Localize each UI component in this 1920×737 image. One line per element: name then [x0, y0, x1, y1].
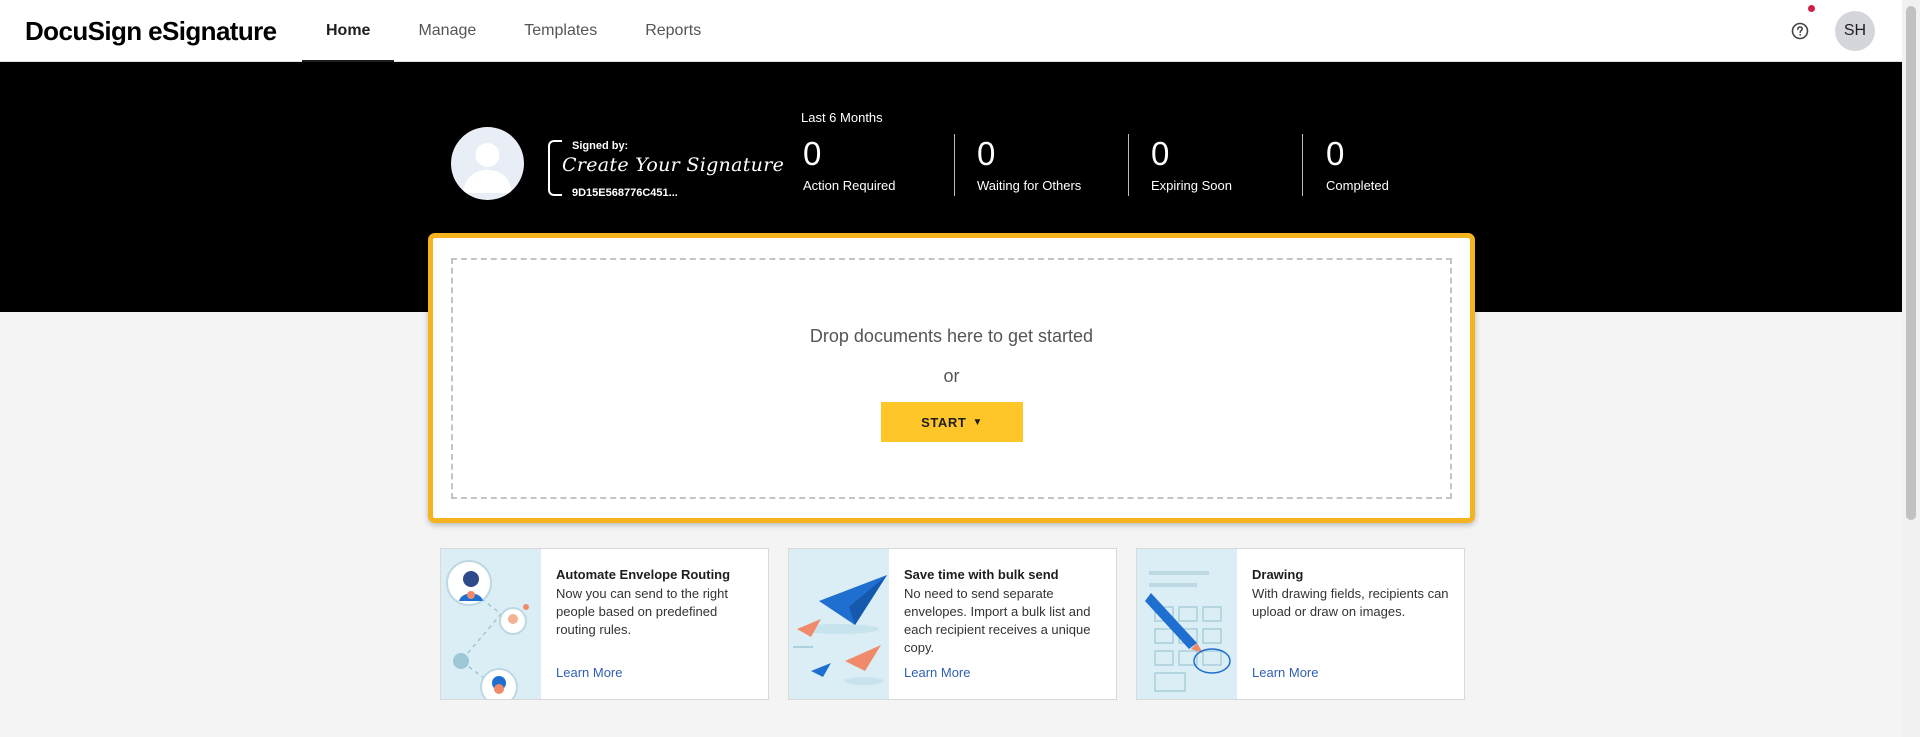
- scrollbar-thumb[interactable]: [1906, 6, 1916, 520]
- stat-divider: [1302, 134, 1303, 196]
- notification-dot: [1808, 5, 1815, 12]
- profile-avatar[interactable]: [451, 127, 524, 200]
- learn-more-link[interactable]: Learn More: [904, 665, 970, 680]
- card-text: Now you can send to the right people bas…: [556, 586, 728, 637]
- card-title: Drawing: [1252, 567, 1304, 582]
- stat-value: 0: [1326, 135, 1345, 172]
- help-circle-icon: [1791, 22, 1809, 40]
- nav-tab-reports[interactable]: Reports: [621, 0, 725, 62]
- card-title: Save time with bulk send: [904, 567, 1059, 582]
- card-title: Automate Envelope Routing: [556, 567, 731, 582]
- feature-card-bulk-send: Save time with bulk send No need to send…: [788, 548, 1117, 700]
- nav-tab-templates[interactable]: Templates: [500, 0, 621, 62]
- feature-card-routing: Automate Envelope Routing Now you can se…: [440, 548, 769, 700]
- card-text: No need to send separate envelopes. Impo…: [904, 586, 1091, 655]
- learn-more-link[interactable]: Learn More: [1252, 665, 1318, 680]
- signature-bracket: [548, 140, 562, 196]
- card-illustration: [441, 549, 541, 699]
- stat-value: 0: [1151, 135, 1170, 172]
- top-navigation: DocuSign eSignature Home Manage Template…: [0, 0, 1902, 63]
- nav-tabs: Home Manage Templates Reports: [302, 0, 725, 63]
- dropzone-or: or: [943, 366, 960, 386]
- dropzone-highlight: Drop documents here to get started or ST…: [428, 233, 1475, 523]
- card-illustration: [789, 549, 889, 699]
- user-silhouette-icon: [463, 143, 512, 193]
- card-body: Drawing With drawing fields, recipients …: [1252, 567, 1452, 621]
- stat-label: Waiting for Others: [977, 178, 1082, 193]
- card-body: Automate Envelope Routing Now you can se…: [556, 567, 756, 639]
- stats-period-label: Last 6 Months: [801, 110, 883, 125]
- stat-label: Completed: [1326, 178, 1389, 193]
- document-dropzone[interactable]: Drop documents here to get started or ST…: [451, 258, 1452, 499]
- user-avatar-button[interactable]: SH: [1835, 11, 1875, 51]
- stat-label: Action Required: [803, 178, 896, 193]
- stat-value: 0: [977, 135, 996, 172]
- start-button-label: START: [921, 414, 967, 430]
- stat-divider: [1128, 134, 1129, 196]
- paper-planes-illustration-icon: [793, 575, 887, 685]
- learn-more-link[interactable]: Learn More: [556, 665, 622, 680]
- feature-card-drawing: Drawing With drawing fields, recipients …: [1136, 548, 1465, 700]
- start-button[interactable]: START ▼: [881, 402, 1023, 442]
- stat-divider: [954, 134, 955, 196]
- card-text: With drawing fields, recipients can uplo…: [1252, 586, 1449, 619]
- app-logo[interactable]: DocuSign eSignature: [25, 16, 277, 47]
- routing-illustration-icon: [446, 560, 529, 699]
- page-scrollbar[interactable]: [1902, 0, 1920, 737]
- help-button[interactable]: [1785, 18, 1815, 44]
- card-illustration: [1137, 549, 1237, 699]
- nav-tab-home[interactable]: Home: [302, 0, 395, 63]
- pen-drawing-illustration-icon: [1145, 571, 1231, 692]
- dropzone-prompt: Drop documents here to get started: [809, 326, 1094, 346]
- create-signature-link[interactable]: Create Your Signature: [562, 154, 784, 176]
- nav-tab-manage[interactable]: Manage: [394, 0, 500, 62]
- stat-label: Expiring Soon: [1151, 178, 1232, 193]
- signature-id: 9D15E568776C451...: [572, 187, 678, 199]
- caret-down-icon: ▼: [972, 416, 983, 428]
- signed-by-label: Signed by:: [572, 140, 629, 152]
- card-body: Save time with bulk send No need to send…: [904, 567, 1104, 657]
- stat-value: 0: [803, 135, 822, 172]
